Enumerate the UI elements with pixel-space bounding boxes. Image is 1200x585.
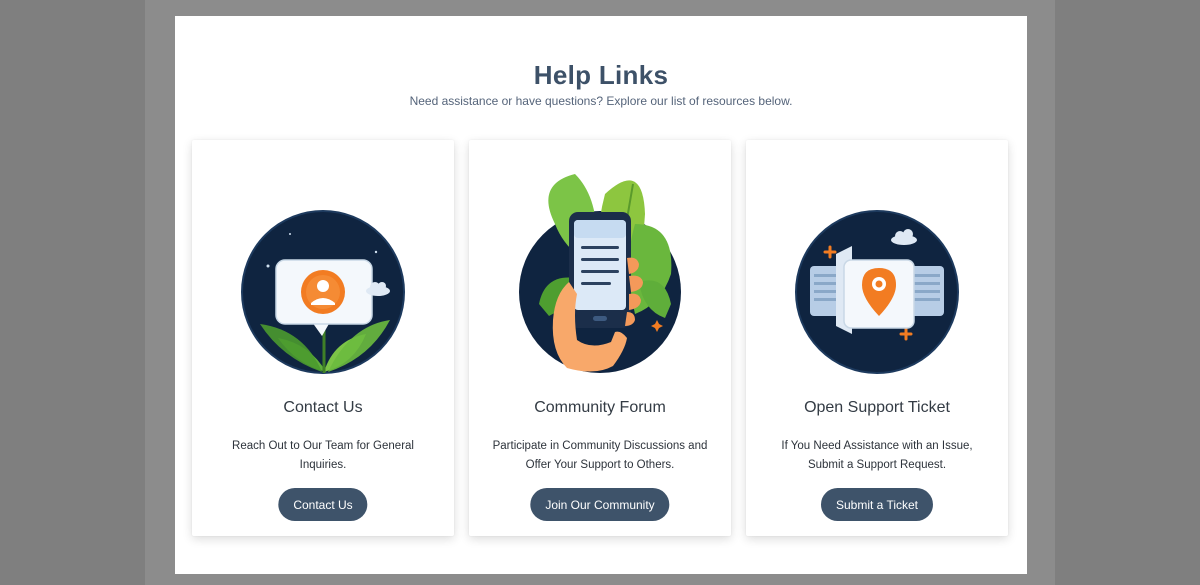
card-community-forum: Community Forum Participate in Community… (469, 140, 731, 536)
card-description: Participate in Community Discussions and… (492, 440, 708, 471)
join-community-button[interactable]: Join Our Community (530, 488, 670, 521)
card-title: Open Support Ticket (804, 399, 950, 416)
left-backdrop (0, 0, 145, 585)
card-contact-us: Contact Us Reach Out to Our Team for Gen… (192, 140, 454, 536)
contact-us-button[interactable]: Contact Us (278, 488, 368, 521)
page-title: Help Links (533, 60, 669, 90)
location-ticket-icon (792, 154, 962, 384)
smartphone-hand-icon (515, 154, 685, 384)
page-subtitle: Need assistance or have questions? Explo… (409, 94, 793, 108)
card-description: If You Need Assistance with an Issue, Su… (781, 440, 973, 471)
card-title: Contact Us (283, 399, 363, 416)
help-links-panel: Help Links Need assistance or have quest… (175, 16, 1027, 574)
card-description: Reach Out to Our Team for General Inquir… (232, 440, 414, 471)
chat-bubble-contact-icon (238, 154, 408, 384)
right-backdrop (1055, 0, 1200, 585)
submit-ticket-button[interactable]: Submit a Ticket (820, 488, 934, 521)
card-open-support-ticket: Open Support Ticket If You Need Assistan… (746, 140, 1008, 536)
card-title: Community Forum (534, 399, 666, 416)
